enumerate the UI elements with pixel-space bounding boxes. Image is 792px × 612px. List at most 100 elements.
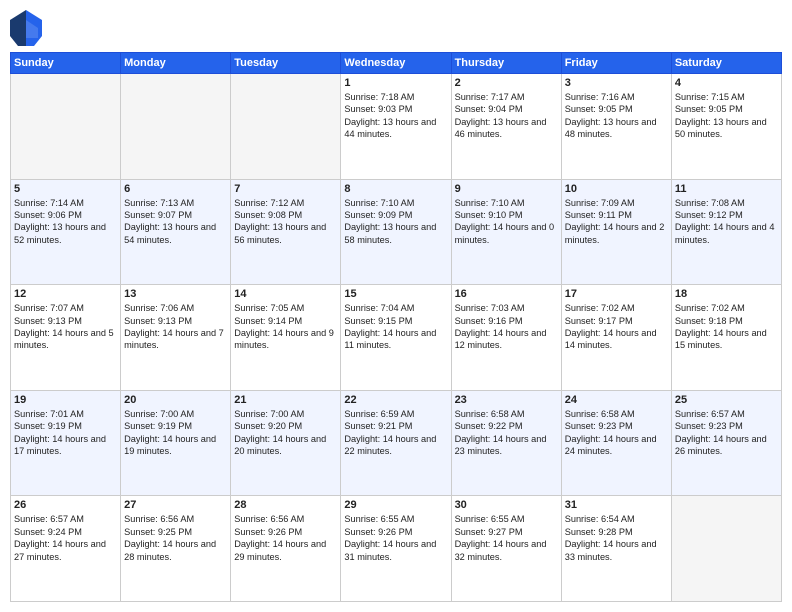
day-number: 12 [14, 288, 117, 300]
day-info: Sunrise: 7:01 AMSunset: 9:19 PMDaylight:… [14, 408, 117, 458]
calendar-cell: 1 Sunrise: 7:18 AMSunset: 9:03 PMDaylight… [341, 74, 451, 180]
calendar-cell: 9 Sunrise: 7:10 AMSunset: 9:10 PMDaylight… [451, 179, 561, 285]
day-info: Sunrise: 6:59 AMSunset: 9:21 PMDaylight:… [344, 408, 447, 458]
day-info: Sunrise: 7:00 AMSunset: 9:19 PMDaylight:… [124, 408, 227, 458]
calendar-cell: 31 Sunrise: 6:54 AMSunset: 9:28 PMDayligh… [561, 496, 671, 602]
calendar-cell: 25 Sunrise: 6:57 AMSunset: 9:23 PMDayligh… [671, 390, 781, 496]
calendar-cell: 18Sunrise: 7:02 AMSunset: 9:18 PMDayligh… [671, 285, 781, 391]
day-number: 27 [124, 499, 227, 511]
day-number: 19 [14, 394, 117, 406]
day-info: Sunrise: 6:57 AMSunset: 9:23 PMDaylight:… [675, 408, 778, 458]
day-number: 3 [565, 77, 668, 89]
calendar-cell: 20 Sunrise: 7:00 AMSunset: 9:19 PMDayligh… [121, 390, 231, 496]
calendar-cell: 29 Sunrise: 6:55 AMSunset: 9:26 PMDayligh… [341, 496, 451, 602]
day-info: Sunrise: 7:14 AMSunset: 9:06 PMDaylight:… [14, 197, 117, 247]
calendar-cell: 17 Sunrise: 7:02 AMSunset: 9:17 PMDayligh… [561, 285, 671, 391]
day-info: Sunrise: 6:55 AMSunset: 9:26 PMDaylight:… [344, 513, 447, 563]
day-info: Sunrise: 7:10 AMSunset: 9:09 PMDaylight:… [344, 197, 447, 247]
day-info: Sunrise: 7:16 AMSunset: 9:05 PMDaylight:… [565, 91, 668, 141]
day-number: 20 [124, 394, 227, 406]
day-info: Sunrise: 6:57 AMSunset: 9:24 PMDaylight:… [14, 513, 117, 563]
day-number: 21 [234, 394, 337, 406]
day-info: Sunrise: 6:56 AMSunset: 9:25 PMDaylight:… [124, 513, 227, 563]
day-info: Sunrise: 6:55 AMSunset: 9:27 PMDaylight:… [455, 513, 558, 563]
day-info: Sunrise: 7:06 AMSunset: 9:13 PMDaylight:… [124, 302, 227, 352]
calendar-cell: 24 Sunrise: 6:58 AMSunset: 9:23 PMDayligh… [561, 390, 671, 496]
calendar-cell: 12Sunrise: 7:07 AMSunset: 9:13 PMDayligh… [11, 285, 121, 391]
calendar-cell: 16Sunrise: 7:03 AMSunset: 9:16 PMDayligh… [451, 285, 561, 391]
calendar-cell: 28 Sunrise: 6:56 AMSunset: 9:26 PMDayligh… [231, 496, 341, 602]
calendar-cell: 2 Sunrise: 7:17 AMSunset: 9:04 PMDaylight… [451, 74, 561, 180]
day-info: Sunrise: 7:15 AMSunset: 9:05 PMDaylight:… [675, 91, 778, 141]
calendar-cell [671, 496, 781, 602]
calendar-cell [231, 74, 341, 180]
calendar-cell: 13 Sunrise: 7:06 AMSunset: 9:13 PMDayligh… [121, 285, 231, 391]
day-info: Sunrise: 7:09 AMSunset: 9:11 PMDaylight:… [565, 197, 668, 247]
day-info: Sunrise: 7:05 AMSunset: 9:14 PMDaylight:… [234, 302, 337, 352]
day-number: 31 [565, 499, 668, 511]
calendar-week-row: 26 Sunrise: 6:57 AMSunset: 9:24 PMDayligh… [11, 496, 782, 602]
header [10, 10, 782, 46]
calendar-table: SundayMondayTuesdayWednesdayThursdayFrid… [10, 52, 782, 602]
calendar-cell: 14 Sunrise: 7:05 AMSunset: 9:14 PMDayligh… [231, 285, 341, 391]
day-number: 29 [344, 499, 447, 511]
day-number: 26 [14, 499, 117, 511]
calendar-cell: 3 Sunrise: 7:16 AMSunset: 9:05 PMDaylight… [561, 74, 671, 180]
day-number: 1 [344, 77, 447, 89]
day-number: 16 [455, 288, 558, 300]
day-info: Sunrise: 6:56 AMSunset: 9:26 PMDaylight:… [234, 513, 337, 563]
day-number: 25 [675, 394, 778, 406]
weekday-header-tuesday: Tuesday [231, 53, 341, 74]
day-info: Sunrise: 7:04 AMSunset: 9:15 PMDaylight:… [344, 302, 447, 352]
calendar-cell: 11 Sunrise: 7:08 AMSunset: 9:12 PMDayligh… [671, 179, 781, 285]
page: SundayMondayTuesdayWednesdayThursdayFrid… [0, 0, 792, 612]
calendar-cell: 10Sunrise: 7:09 AMSunset: 9:11 PMDayligh… [561, 179, 671, 285]
calendar-cell: 26 Sunrise: 6:57 AMSunset: 9:24 PMDayligh… [11, 496, 121, 602]
day-info: Sunrise: 7:02 AMSunset: 9:18 PMDaylight:… [675, 302, 778, 352]
day-info: Sunrise: 6:58 AMSunset: 9:22 PMDaylight:… [455, 408, 558, 458]
day-number: 7 [234, 183, 337, 195]
calendar-cell: 5 Sunrise: 7:14 AMSunset: 9:06 PMDaylight… [11, 179, 121, 285]
calendar-cell [11, 74, 121, 180]
calendar-week-row: 5 Sunrise: 7:14 AMSunset: 9:06 PMDaylight… [11, 179, 782, 285]
calendar-cell [121, 74, 231, 180]
calendar-cell: 22Sunrise: 6:59 AMSunset: 9:21 PMDayligh… [341, 390, 451, 496]
day-number: 14 [234, 288, 337, 300]
day-number: 28 [234, 499, 337, 511]
weekday-header-wednesday: Wednesday [341, 53, 451, 74]
day-info: Sunrise: 7:18 AMSunset: 9:03 PMDaylight:… [344, 91, 447, 141]
day-number: 4 [675, 77, 778, 89]
calendar-cell: 6 Sunrise: 7:13 AMSunset: 9:07 PMDaylight… [121, 179, 231, 285]
day-number: 6 [124, 183, 227, 195]
day-number: 2 [455, 77, 558, 89]
weekday-header-sunday: Sunday [11, 53, 121, 74]
day-info: Sunrise: 7:10 AMSunset: 9:10 PMDaylight:… [455, 197, 558, 247]
day-number: 11 [675, 183, 778, 195]
calendar-cell: 30 Sunrise: 6:55 AMSunset: 9:27 PMDayligh… [451, 496, 561, 602]
calendar-cell: 23 Sunrise: 6:58 AMSunset: 9:22 PMDayligh… [451, 390, 561, 496]
day-info: Sunrise: 7:12 AMSunset: 9:08 PMDaylight:… [234, 197, 337, 247]
day-info: Sunrise: 7:00 AMSunset: 9:20 PMDaylight:… [234, 408, 337, 458]
day-info: Sunrise: 7:17 AMSunset: 9:04 PMDaylight:… [455, 91, 558, 141]
day-info: Sunrise: 7:08 AMSunset: 9:12 PMDaylight:… [675, 197, 778, 247]
weekday-header-friday: Friday [561, 53, 671, 74]
day-number: 23 [455, 394, 558, 406]
day-number: 17 [565, 288, 668, 300]
calendar-cell: 21 Sunrise: 7:00 AMSunset: 9:20 PMDayligh… [231, 390, 341, 496]
calendar-week-row: 19 Sunrise: 7:01 AMSunset: 9:19 PMDayligh… [11, 390, 782, 496]
day-info: Sunrise: 7:13 AMSunset: 9:07 PMDaylight:… [124, 197, 227, 247]
day-info: Sunrise: 6:54 AMSunset: 9:28 PMDaylight:… [565, 513, 668, 563]
weekday-header-thursday: Thursday [451, 53, 561, 74]
day-number: 13 [124, 288, 227, 300]
day-number: 5 [14, 183, 117, 195]
day-number: 24 [565, 394, 668, 406]
weekday-header-row: SundayMondayTuesdayWednesdayThursdayFrid… [11, 53, 782, 74]
day-number: 30 [455, 499, 558, 511]
calendar-cell: 15Sunrise: 7:04 AMSunset: 9:15 PMDayligh… [341, 285, 451, 391]
day-number: 9 [455, 183, 558, 195]
day-number: 8 [344, 183, 447, 195]
calendar-cell: 19 Sunrise: 7:01 AMSunset: 9:19 PMDayligh… [11, 390, 121, 496]
day-info: Sunrise: 6:58 AMSunset: 9:23 PMDaylight:… [565, 408, 668, 458]
day-info: Sunrise: 7:02 AMSunset: 9:17 PMDaylight:… [565, 302, 668, 352]
calendar-week-row: 12Sunrise: 7:07 AMSunset: 9:13 PMDayligh… [11, 285, 782, 391]
